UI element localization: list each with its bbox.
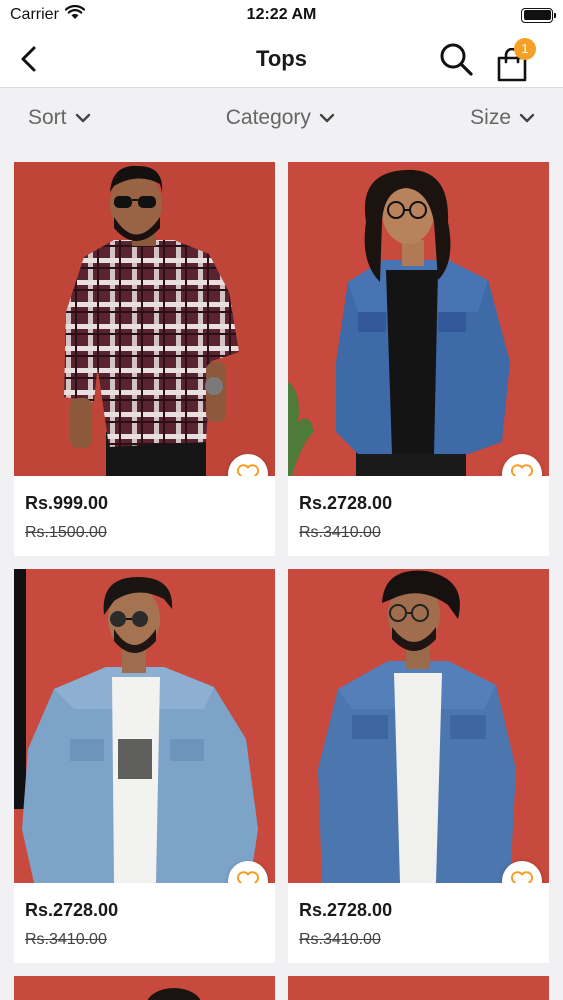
product-price: Rs.2728.00 [25, 900, 119, 920]
nav-bar: Tops 1 [0, 30, 563, 88]
product-price: Rs.2728.00 [299, 493, 393, 513]
status-left: Carrier [10, 4, 85, 25]
product-image [288, 569, 549, 883]
battery-icon [521, 7, 556, 23]
heart-icon [510, 464, 534, 476]
product-grid: Rs.999.00 Rs.1500.00 Rs.2728.00 Rs.3410.… [14, 162, 549, 963]
size-label: Size [470, 106, 511, 129]
product-price: Rs.2728.00 [299, 900, 393, 920]
search-icon [440, 43, 473, 76]
product-card[interactable]: Rs.999.00 Rs.1500.00 [14, 162, 275, 556]
product-card-partial[interactable] [288, 976, 549, 1000]
page-title: Tops [256, 46, 307, 71]
product-original-price: Rs.3410.00 [299, 524, 381, 541]
status-bar: Carrier 12:22 AM [0, 0, 563, 30]
cart-count-badge: 1 [514, 38, 536, 60]
product-card[interactable]: Rs.2728.00 Rs.3410.00 [288, 569, 549, 963]
sort-label: Sort [28, 106, 67, 129]
product-image [288, 162, 549, 476]
product-card[interactable]: Rs.2728.00 Rs.3410.00 [14, 569, 275, 963]
next-row-peek [14, 976, 549, 1000]
chevron-down-icon [519, 113, 535, 123]
product-original-price: Rs.3410.00 [25, 931, 107, 948]
heart-icon [236, 871, 260, 883]
chevron-left-icon [21, 46, 36, 72]
product-card[interactable]: Rs.2728.00 Rs.3410.00 [288, 162, 549, 556]
back-button[interactable] [12, 42, 44, 76]
carrier-label: Carrier [10, 6, 59, 23]
product-image [14, 569, 275, 883]
wifi-icon [64, 4, 85, 25]
category-label: Category [225, 106, 311, 129]
chevron-down-icon [75, 113, 90, 123]
size-dropdown[interactable]: Size [470, 106, 535, 130]
product-image [14, 162, 275, 476]
search-button[interactable] [436, 39, 476, 79]
filter-bar: Sort Category Size [0, 88, 563, 148]
sort-dropdown[interactable]: Sort [28, 106, 91, 130]
category-dropdown[interactable]: Category [226, 106, 335, 130]
heart-icon [236, 464, 260, 476]
product-price: Rs.999.00 [25, 493, 109, 513]
heart-icon [510, 871, 534, 883]
cart-button[interactable]: 1 [492, 38, 536, 82]
product-card-partial[interactable] [14, 976, 275, 1000]
product-original-price: Rs.3410.00 [299, 931, 381, 948]
chevron-down-icon [319, 113, 335, 123]
product-original-price: Rs.1500.00 [25, 524, 107, 541]
